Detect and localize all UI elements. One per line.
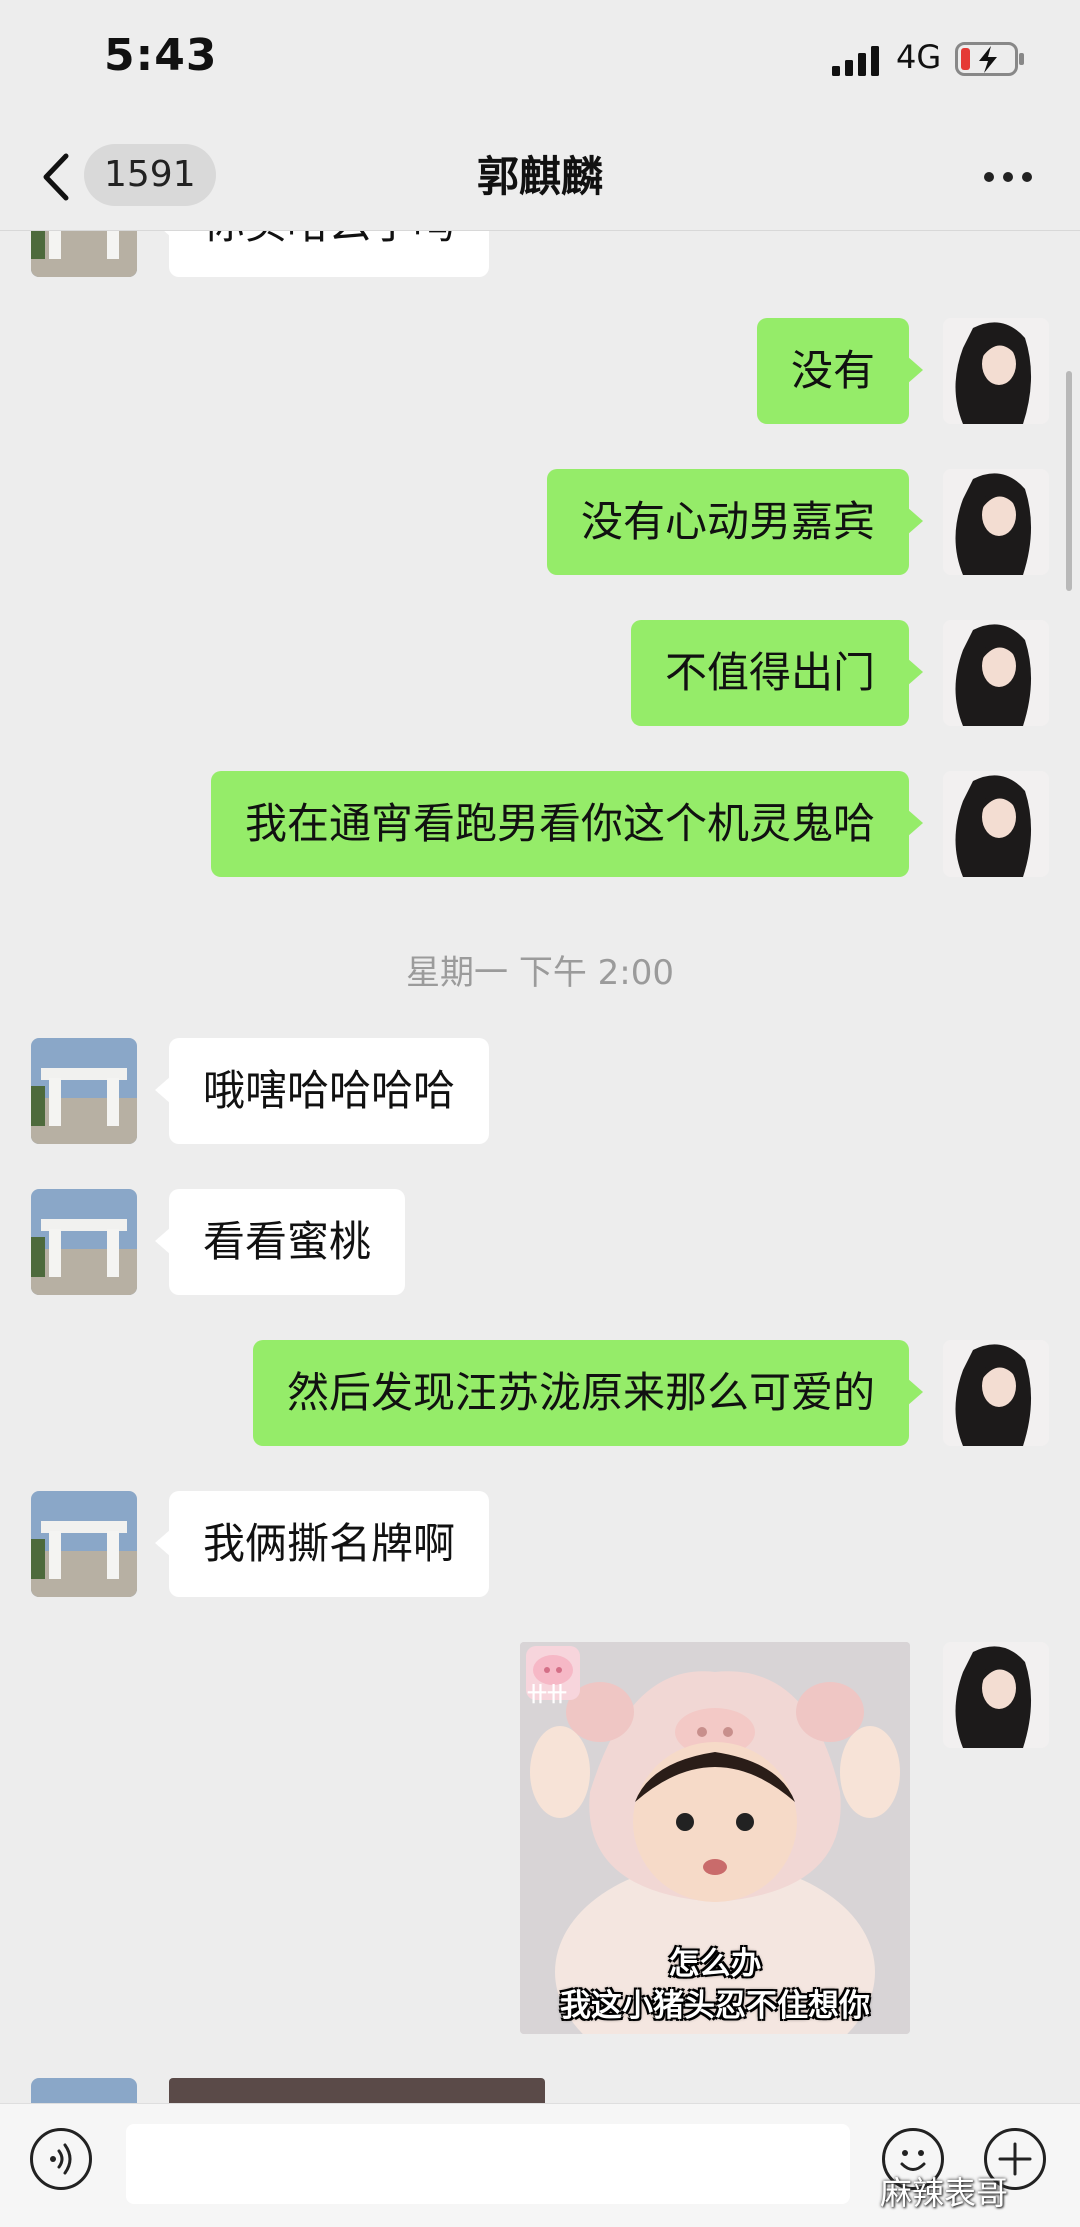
message-bubble[interactable]: 没有心动男嘉宾 [546, 469, 924, 575]
contact-avatar[interactable] [31, 1491, 137, 1597]
watermark-text: 麻辣表哥 [880, 2174, 1009, 2212]
user-avatar[interactable] [943, 1642, 1049, 1748]
message-bubble[interactable]: 哦嗐哈哈哈哈 [154, 1038, 490, 1144]
status-bar: 5:43 4G [0, 0, 1080, 120]
message-bubble[interactable]: 看看蜜桃 [154, 1189, 406, 1295]
user-avatar[interactable] [943, 620, 1049, 726]
contact-avatar[interactable] [31, 231, 137, 277]
sticker-caption-line2: 我这小猪头忍不住想你 [560, 1988, 870, 2024]
battery-charging-icon [955, 42, 1024, 76]
message-bubble[interactable]: 我在通宵看跑男看你这个机灵鬼哈 [210, 771, 924, 877]
contact-avatar[interactable] [31, 1189, 137, 1295]
message-bubble[interactable]: 然后发现汪苏泷原来那么可爱的 [252, 1340, 924, 1446]
image-message-partial[interactable] [169, 2078, 545, 2103]
message-bubble[interactable]: 你买哈么了吗 [154, 231, 490, 277]
message-input[interactable] [126, 2124, 850, 2204]
message-bubble[interactable]: 我俩撕名牌啊 [154, 1491, 490, 1597]
contact-avatar[interactable] [31, 2078, 137, 2103]
voice-icon[interactable] [30, 2128, 92, 2190]
ellipsis-icon[interactable] [972, 152, 1044, 202]
signal-icon [832, 46, 879, 76]
sticker-message[interactable]: 卄卄 怎么办 我这小猪头忍不住想你 [520, 1642, 910, 2034]
contact-avatar[interactable] [31, 1038, 137, 1144]
user-avatar[interactable] [943, 469, 1049, 575]
user-avatar[interactable] [943, 1340, 1049, 1446]
message-bubble[interactable]: 不值得出门 [630, 620, 924, 726]
chat-title: 郭麒麟 [476, 152, 603, 201]
user-avatar[interactable] [943, 318, 1049, 424]
input-bar: 麻辣表哥 [0, 2103, 1080, 2227]
scrollbar[interactable] [1066, 371, 1072, 591]
status-time: 5:43 [104, 30, 218, 81]
chat-header: 1591 郭麒麟 [0, 120, 1080, 231]
message-list[interactable]: 你买哈么了吗 没有 没有心动男嘉宾 不值得出门 我在通宵看跑男看你这个机灵鬼哈 … [0, 231, 1080, 2103]
message-timestamp: 星期一 下午 2:00 [406, 953, 674, 993]
user-avatar[interactable] [943, 771, 1049, 877]
message-bubble[interactable]: 没有 [756, 318, 924, 424]
sticker-caption-line1: 怎么办 [668, 1946, 762, 1982]
sticker-badge-text: 卄卄 [527, 1682, 567, 1706]
network-type: 4G [896, 38, 942, 76]
